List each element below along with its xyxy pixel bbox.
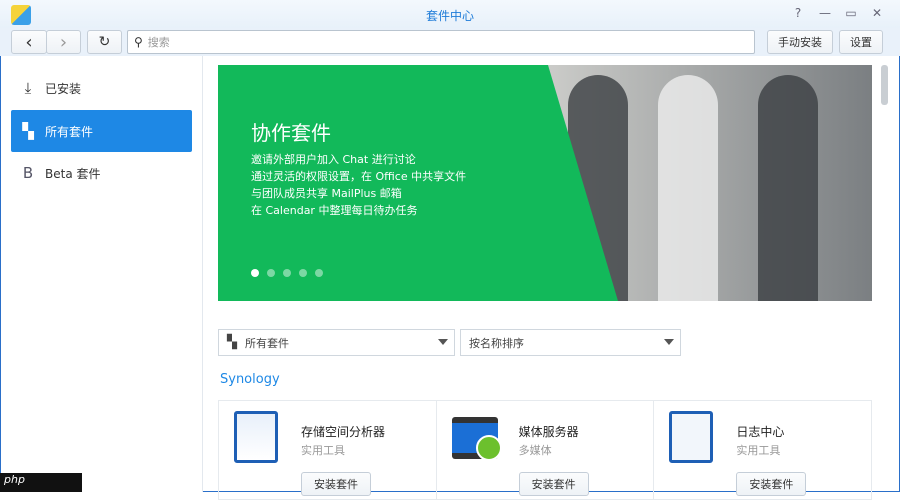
dropdown-arrow-icon — [438, 339, 448, 345]
help-icon[interactable]: ? — [790, 6, 806, 20]
carousel-dot[interactable] — [251, 269, 259, 277]
package-card[interactable]: 存储空间分析器 实用工具 安装套件 — [219, 401, 437, 499]
dropdown-arrow-icon — [664, 339, 674, 345]
beta-icon: B — [22, 164, 34, 182]
carousel-dot[interactable] — [315, 269, 323, 277]
scrollbar-thumb[interactable] — [881, 65, 888, 105]
window-title: 套件中心 — [425, 9, 474, 23]
sidebar: ⤓ 已安装 ▚ 所有套件 B Beta 套件 — [1, 56, 203, 492]
storage-analyzer-icon — [234, 411, 278, 463]
carousel-dot[interactable] — [283, 269, 291, 277]
package-list: 存储空间分析器 实用工具 安装套件 媒体服务器 多媒体 安装套件 日志中心 实用… — [218, 400, 872, 500]
section-title: Synology — [220, 372, 280, 387]
search-placeholder: 搜索 — [147, 36, 170, 49]
banner-photo — [758, 75, 818, 301]
banner-line: 通过灵活的权限设置，在 Office 中共享文件 — [251, 170, 467, 183]
sidebar-item-installed[interactable]: ⤓ 已安装 — [11, 67, 192, 109]
back-button[interactable]: ‹ — [11, 30, 47, 54]
log-center-icon — [669, 411, 714, 463]
forward-button[interactable]: › — [46, 30, 81, 54]
banner-title: 协作套件 — [251, 121, 331, 145]
category-dropdown[interactable]: ▚ 所有套件 — [218, 329, 455, 356]
package-category: 多媒体 — [518, 444, 552, 457]
minimize-icon[interactable]: — — [817, 6, 833, 20]
maximize-icon[interactable]: ▭ — [843, 6, 859, 20]
package-name: 存储空间分析器 — [301, 425, 386, 439]
promo-banner[interactable]: 协作套件 邀请外部用户加入 Chat 进行讨论 通过灵活的权限设置，在 Offi… — [218, 65, 872, 301]
banner-line: 邀请外部用户加入 Chat 进行讨论 — [251, 153, 416, 166]
install-button[interactable]: 安装套件 — [736, 472, 807, 496]
carousel-dots — [251, 269, 323, 277]
media-server-icon — [451, 417, 502, 461]
install-button[interactable]: 安装套件 — [518, 472, 589, 496]
package-category: 实用工具 — [736, 444, 781, 457]
sidebar-item-label: 已安装 — [45, 81, 82, 96]
package-card[interactable]: 日志中心 实用工具 安装套件 — [654, 401, 871, 499]
category-value: 所有套件 — [245, 336, 289, 350]
search-input[interactable]: ⚲ 搜索 — [127, 30, 755, 54]
manual-install-button[interactable]: 手动安装 — [767, 30, 833, 54]
package-category: 实用工具 — [301, 444, 345, 457]
title-bar: 套件中心 ? — ▭ ✕ — [0, 0, 900, 28]
refresh-button[interactable]: ↻ — [87, 30, 122, 54]
banner-line: 在 Calendar 中整理每日待办任务 — [251, 204, 418, 217]
sort-value: 按名称排序 — [469, 336, 524, 350]
package-name: 日志中心 — [736, 425, 785, 439]
banner-photo — [658, 75, 718, 301]
banner-line: 与团队成员共享 MailPlus 邮箱 — [251, 187, 402, 200]
package-card[interactable]: 媒体服务器 多媒体 安装套件 — [437, 401, 655, 499]
sidebar-item-all-packages[interactable]: ▚ 所有套件 — [11, 110, 192, 152]
carousel-dot[interactable] — [267, 269, 275, 277]
search-icon: ⚲ — [134, 35, 143, 49]
toolbar: ‹ › ↻ ⚲ 搜索 手动安装 设置 — [0, 28, 900, 56]
carousel-dot[interactable] — [299, 269, 307, 277]
settings-button[interactable]: 设置 — [839, 30, 883, 54]
close-icon[interactable]: ✕ — [869, 6, 885, 20]
grid-icon: ▚ — [227, 335, 237, 350]
download-icon: ⤓ — [24, 79, 32, 97]
grid-icon: ▚ — [22, 122, 34, 140]
watermark: php — [0, 473, 82, 492]
install-button[interactable]: 安装套件 — [301, 472, 371, 496]
sidebar-item-label: 所有套件 — [45, 124, 94, 139]
sidebar-item-label: Beta 套件 — [45, 166, 101, 181]
sidebar-item-beta[interactable]: B Beta 套件 — [11, 152, 192, 194]
package-name: 媒体服务器 — [518, 425, 579, 439]
sort-dropdown[interactable]: 按名称排序 — [460, 329, 681, 356]
